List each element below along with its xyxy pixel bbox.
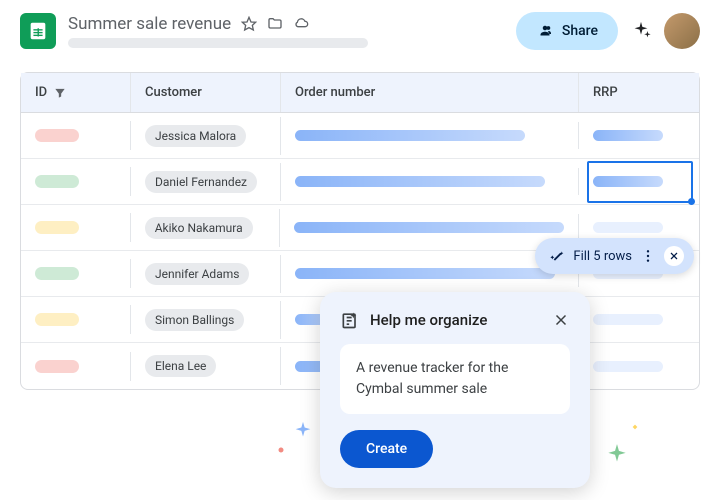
order-bar: [295, 130, 525, 141]
decorative-sparkle-icon: [630, 422, 640, 432]
panel-title: Help me organize: [370, 311, 542, 329]
rrp-cell[interactable]: [579, 306, 699, 333]
customer-cell[interactable]: Daniel Fernandez: [131, 163, 281, 201]
close-panel-button[interactable]: [552, 311, 570, 329]
doc-title[interactable]: Summer sale revenue: [68, 14, 231, 34]
customer-chip: Simon Ballings: [145, 309, 244, 331]
avatar[interactable]: [664, 13, 700, 49]
filter-icon[interactable]: [53, 86, 67, 100]
sparkle-icon[interactable]: [630, 20, 652, 42]
id-pill: [35, 360, 79, 373]
column-header-id[interactable]: ID: [21, 73, 131, 112]
fill-rows-chip[interactable]: Fill 5 rows: [535, 238, 694, 274]
create-button[interactable]: Create: [340, 430, 433, 468]
table-row[interactable]: Daniel Fernandez: [21, 159, 699, 205]
app-header: Summer sale revenue Share: [0, 0, 720, 62]
order-cell[interactable]: [280, 214, 579, 241]
decorative-sparkle-icon: [604, 442, 630, 468]
rrp-bar: [593, 130, 663, 141]
order-bar: [294, 222, 564, 233]
customer-chip: Daniel Fernandez: [145, 171, 257, 193]
sheets-logo: [20, 13, 56, 49]
sheet-header-row: ID Customer Order number RRP: [21, 73, 699, 113]
customer-chip: Jessica Malora: [145, 125, 246, 147]
more-icon[interactable]: [640, 248, 656, 264]
id-cell[interactable]: [21, 352, 131, 381]
customer-cell[interactable]: Simon Ballings: [131, 301, 281, 339]
order-bar: [295, 176, 545, 187]
star-icon[interactable]: [241, 16, 257, 32]
panel-header: Help me organize: [340, 310, 570, 330]
fill-label: Fill 5 rows: [573, 249, 632, 264]
organize-icon: [340, 310, 360, 330]
rrp-bar: [593, 314, 663, 325]
decorative-sparkle-icon: [292, 420, 314, 442]
id-pill: [35, 267, 79, 280]
table-row[interactable]: Jessica Malora: [21, 113, 699, 159]
id-pill: [35, 221, 79, 234]
order-bar: [295, 268, 555, 279]
share-button[interactable]: Share: [516, 12, 618, 50]
order-cell[interactable]: [281, 168, 579, 195]
id-cell[interactable]: [21, 259, 131, 288]
id-pill: [35, 313, 79, 326]
doc-title-row: Summer sale revenue: [68, 14, 504, 34]
toolbar-placeholder: [68, 38, 368, 48]
id-cell[interactable]: [21, 121, 131, 150]
close-icon: [668, 250, 680, 262]
customer-cell[interactable]: Elena Lee: [131, 347, 281, 385]
title-icons: [241, 16, 309, 32]
rrp-cell[interactable]: [579, 214, 699, 241]
share-label: Share: [562, 23, 598, 39]
rrp-bar: [593, 176, 663, 187]
decorative-sparkle-icon: [276, 445, 286, 455]
id-cell[interactable]: [21, 167, 131, 196]
id-pill: [35, 129, 79, 142]
id-cell[interactable]: [21, 305, 131, 334]
rrp-cell[interactable]: [579, 122, 699, 149]
customer-cell[interactable]: Jennifer Adams: [131, 255, 281, 293]
order-cell[interactable]: [281, 260, 579, 287]
id-cell[interactable]: [21, 213, 131, 242]
customer-chip: Akiko Nakamura: [145, 217, 253, 239]
customer-chip: Jennifer Adams: [145, 263, 249, 285]
id-pill: [35, 175, 79, 188]
cloud-icon[interactable]: [293, 16, 309, 32]
rrp-cell[interactable]: [579, 168, 699, 195]
rrp-bar: [593, 222, 663, 233]
help-organize-panel: Help me organize A revenue tracker for t…: [320, 292, 590, 488]
folder-icon[interactable]: [267, 16, 283, 32]
customer-cell[interactable]: Akiko Nakamura: [131, 209, 281, 247]
close-chip-button[interactable]: [664, 246, 684, 266]
wand-icon: [549, 248, 565, 264]
customer-cell[interactable]: Jessica Malora: [131, 117, 281, 155]
title-area: Summer sale revenue: [68, 14, 504, 48]
rrp-cell[interactable]: [579, 353, 699, 380]
rrp-bar: [593, 361, 663, 372]
people-icon: [536, 22, 554, 40]
column-header-rrp[interactable]: RRP: [579, 73, 699, 112]
column-header-customer[interactable]: Customer: [131, 73, 281, 112]
column-header-order[interactable]: Order number: [281, 73, 579, 112]
customer-chip: Elena Lee: [145, 355, 216, 377]
order-cell[interactable]: [281, 122, 579, 149]
organize-prompt-input[interactable]: A revenue tracker for the Cymbal summer …: [340, 344, 570, 414]
